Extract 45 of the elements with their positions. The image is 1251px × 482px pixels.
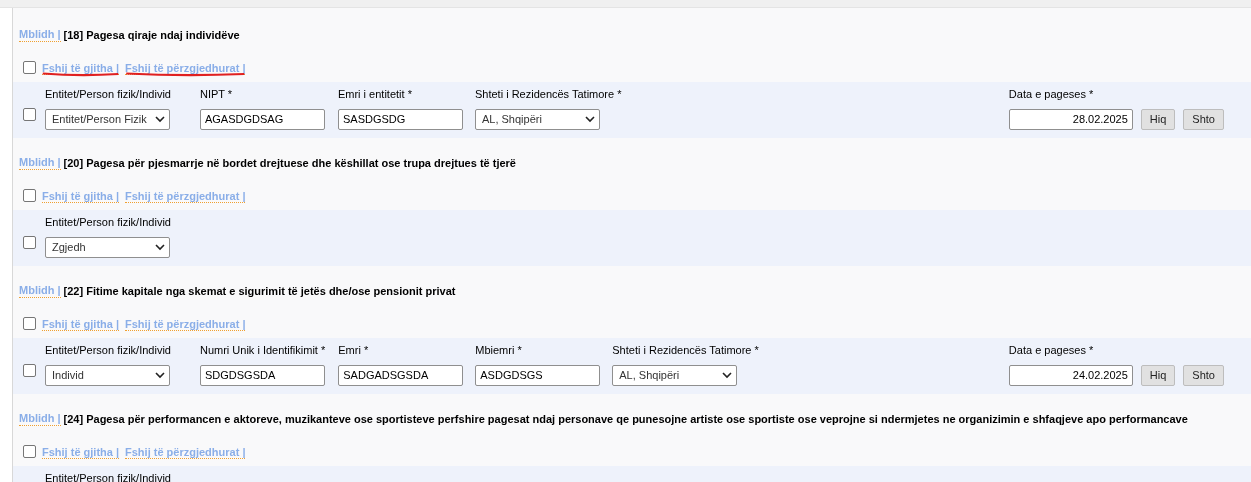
checkbox[interactable] bbox=[23, 316, 36, 330]
checkbox[interactable] bbox=[23, 444, 36, 458]
checkbox[interactable] bbox=[23, 60, 36, 74]
dropdown[interactable]: Entitet/Person Fizik bbox=[45, 109, 170, 130]
row-button[interactable]: Hiq bbox=[1140, 109, 1176, 130]
chevron-down-icon bbox=[155, 116, 165, 123]
field-label: Numri Unik i Identifikimit * bbox=[199, 344, 326, 357]
chevron-down-icon bbox=[155, 372, 165, 379]
field-label: Entitet/Person fizik/Individ bbox=[45, 472, 171, 482]
field-label: Data e pageses * bbox=[1008, 88, 1094, 101]
text-field[interactable]: SDGDSGSDA bbox=[199, 365, 325, 386]
field-label: Entitet/Person fizik/Individ bbox=[45, 344, 171, 357]
chevron-down-icon bbox=[155, 244, 165, 251]
dropdown[interactable]: AL, Shqipëri bbox=[474, 109, 600, 130]
dropdown[interactable]: AL, Shqipëri bbox=[612, 365, 738, 386]
text-field[interactable]: SADGADSGSDA bbox=[338, 365, 464, 386]
section-title: [18] Pagesa qiraje ndaj individëve bbox=[63, 28, 240, 42]
text-field[interactable]: AGASDGDSAG bbox=[199, 109, 325, 130]
row-button[interactable]: Hiq bbox=[1140, 365, 1176, 386]
field-label: Shteti i Rezidencës Tatimore * bbox=[474, 88, 622, 101]
checkbox[interactable] bbox=[23, 364, 36, 377]
section-title: [24] Pagesa për performancen e aktoreve, muzikanteve ose sportisteve perfshire pagesat ndaj personave qe punesojne artiste ose sportiste ose veprojne si ndermjetes ne organizimin e shfaqjeve apo performancave bbox=[63, 412, 1188, 426]
row-button[interactable]: Shto bbox=[1183, 365, 1224, 386]
chevron-down-icon bbox=[722, 372, 733, 379]
checkbox[interactable] bbox=[23, 236, 36, 249]
field-label: Emri i entitetit * bbox=[337, 88, 412, 101]
field-label: Emri * bbox=[338, 344, 369, 357]
date-field[interactable]: 24.02.2025 bbox=[1008, 365, 1133, 386]
text-field[interactable]: ASDGDSGS bbox=[475, 365, 601, 386]
section-title: [20] Pagesa për pjesmarrje në bordet drejtuese dhe këshillat ose trupa drejtues të tjerë bbox=[63, 156, 516, 170]
field-label: Mbiemri * bbox=[475, 344, 522, 357]
checkbox[interactable] bbox=[23, 108, 36, 121]
dropdown[interactable]: Individ bbox=[45, 365, 170, 386]
field-label: NIPT * bbox=[199, 88, 233, 101]
field-label: Data e pageses * bbox=[1008, 344, 1094, 357]
section-title: [22] Fitime kapitale nga skemat e sigurimit të jetës dhe/ose pensionit privat bbox=[63, 284, 456, 298]
field-label: Shteti i Rezidencës Tatimore * bbox=[612, 344, 759, 357]
checkbox[interactable] bbox=[23, 188, 36, 202]
field-label: Entitet/Person fizik/Individ bbox=[45, 88, 171, 101]
chevron-down-icon bbox=[584, 116, 595, 123]
date-field[interactable]: 28.02.2025 bbox=[1008, 109, 1133, 130]
field-label: Entitet/Person fizik/Individ bbox=[45, 216, 171, 229]
row-button[interactable]: Shto bbox=[1183, 109, 1224, 130]
text-field[interactable]: SASDGSDG bbox=[337, 109, 463, 130]
dropdown[interactable]: Zgjedh bbox=[45, 237, 170, 258]
